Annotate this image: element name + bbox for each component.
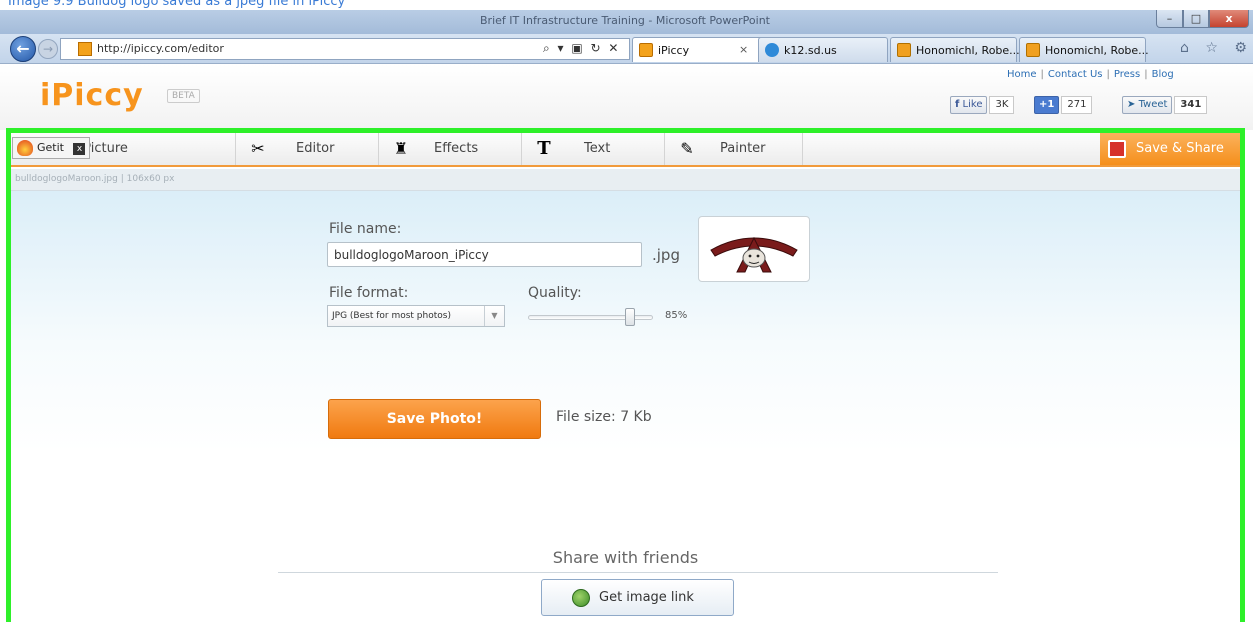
ipiccy-favicon-icon — [639, 43, 653, 57]
editor-frame: et Picture Getit x ✂ Editor ♜ Effects T … — [6, 128, 1245, 627]
file-format-label: File format: — [329, 285, 409, 301]
file-info-text: bulldoglogoMaroon.jpg | 106x60 px — [15, 174, 175, 184]
tab-painter[interactable]: ✎ Painter — [665, 133, 803, 165]
tweet-label: Tweet — [1138, 99, 1168, 110]
tab-editor[interactable]: ✂ Editor — [236, 133, 379, 165]
tab-close-icon[interactable]: × — [739, 43, 748, 56]
outlook-favicon-icon — [897, 43, 911, 57]
image-thumbnail — [698, 216, 810, 282]
google-plus-count: 271 — [1061, 96, 1093, 114]
ie-favicon-icon — [765, 43, 779, 57]
home-link[interactable]: Home — [1007, 69, 1037, 80]
floppy-disk-icon — [1108, 140, 1126, 158]
file-info-bar: bulldoglogoMaroon.jpg | 106x60 px — [11, 169, 1240, 191]
link-separator: | — [1106, 69, 1110, 80]
getit-label: Getit — [37, 141, 64, 154]
google-plus: +1 271 — [1034, 96, 1093, 116]
tab-honomichl-2[interactable]: Honomichl, Robe... — [1019, 37, 1149, 62]
tools-icon: ✂ — [251, 139, 265, 158]
get-image-link-button[interactable]: Get image link — [541, 579, 734, 616]
save-panel: File name: .jpg File format: JPG (Best f… — [11, 191, 1240, 627]
text-t-icon: T — [537, 138, 551, 159]
address-url[interactable]: http://ipiccy.com/editor — [97, 42, 224, 55]
tab-label: Honomichl, Robe... — [1045, 44, 1149, 57]
share-divider — [278, 572, 998, 573]
tab-text[interactable]: T Text — [522, 133, 665, 165]
close-window-button[interactable]: x — [1209, 10, 1249, 28]
window-title: Brief IT Infrastructure Training - Micro… — [480, 14, 770, 27]
facebook-like-label: Like — [962, 99, 983, 110]
maximize-button[interactable]: □ — [1183, 10, 1209, 28]
file-size: File size: 7 Kb — [556, 409, 652, 425]
effects-label: Effects — [434, 141, 479, 156]
address-tools[interactable]: ⌕ ▾ ▣ ↻ ✕ — [543, 41, 620, 56]
tab-k12[interactable]: k12.sd.us — [758, 37, 888, 62]
save-photo-button[interactable]: Save Photo! — [328, 399, 541, 439]
quality-label: Quality: — [528, 285, 582, 301]
magician-icon: ♜ — [393, 139, 409, 158]
facebook-like-button[interactable]: f Like — [950, 96, 988, 114]
painter-label: Painter — [720, 141, 766, 156]
beta-badge: BETA — [167, 89, 200, 103]
forward-button[interactable]: → — [38, 39, 58, 59]
text-label: Text — [584, 141, 611, 156]
tab-effects[interactable]: ♜ Effects — [379, 133, 522, 165]
chevron-down-icon: ▼ — [484, 306, 504, 326]
editor-toolbar: et Picture Getit x ✂ Editor ♜ Effects T … — [11, 133, 1240, 167]
tweet-button[interactable]: ➤ Tweet — [1122, 96, 1173, 114]
tweet-count: 341 — [1174, 96, 1208, 114]
blog-link[interactable]: Blog — [1152, 69, 1174, 80]
share-title: Share with friends — [552, 548, 699, 567]
google-plus-button[interactable]: +1 — [1034, 96, 1060, 114]
flame-icon — [17, 140, 33, 156]
save-share-label: Save & Share — [1136, 141, 1224, 156]
twitter-tweet: ➤ Tweet 341 — [1122, 96, 1208, 116]
site-header: iPiccy BETA Home | Contact Us | Press | Blog f… — [0, 64, 1253, 130]
site-logo[interactable]: iPiccy — [40, 78, 144, 113]
tab-label: k12.sd.us — [784, 44, 837, 57]
editor-label: Editor — [296, 141, 335, 156]
file-format-value: JPG (Best for most photos) — [332, 311, 451, 321]
caption-strip: Image 9.9 Bulldog logo saved as a jpeg f… — [0, 0, 1253, 10]
bulldog-logo-image — [707, 224, 801, 274]
browser-navbar: ← → http://ipiccy.com/editor ⌕ ▾ ▣ ↻ ✕ i… — [0, 34, 1253, 64]
site-favicon-icon — [78, 42, 92, 56]
top-links: Home | Contact Us | Press | Blog — [1007, 69, 1174, 80]
save-share-tab[interactable]: Save & Share — [1100, 133, 1240, 165]
facebook-like: f Like 3K — [950, 96, 1015, 116]
press-link[interactable]: Press — [1114, 69, 1140, 80]
minimize-button[interactable]: – — [1156, 10, 1183, 28]
file-format-select[interactable]: JPG (Best for most photos) ▼ — [327, 305, 505, 327]
file-name-label: File name: — [329, 221, 402, 237]
tab-label: iPiccy — [658, 44, 690, 57]
paint-palette-icon: ✎ — [680, 139, 694, 158]
tab-label: Honomichl, Robe... — [916, 44, 1020, 57]
getit-popup[interactable]: Getit x — [12, 137, 91, 159]
quality-value: 85% — [665, 310, 688, 321]
address-bar[interactable]: http://ipiccy.com/editor ⌕ ▾ ▣ ↻ ✕ — [60, 38, 630, 60]
get-image-link-label: Get image link — [599, 590, 694, 605]
getit-close-icon[interactable]: x — [73, 143, 86, 155]
back-button[interactable]: ← — [10, 36, 36, 62]
globe-icon — [572, 589, 590, 607]
caption-text: Image 9.9 Bulldog logo saved as a jpeg f… — [8, 0, 346, 9]
window-titlebar: Brief IT Infrastructure Training - Micro… — [0, 10, 1253, 34]
tab-honomichl-1[interactable]: Honomichl, Robe... — [890, 37, 1020, 62]
outlook-favicon-icon — [1026, 43, 1040, 57]
link-separator: | — [1040, 69, 1044, 80]
quality-slider-handle[interactable] — [625, 308, 635, 326]
file-name-input[interactable] — [327, 242, 642, 267]
browser-home-favorites-settings-icons[interactable]: ⌂ ☆ ⚙ — [1180, 40, 1253, 56]
quality-slider[interactable] — [528, 308, 653, 326]
link-separator: | — [1144, 69, 1148, 80]
facebook-count: 3K — [989, 96, 1015, 114]
contact-link[interactable]: Contact Us — [1048, 69, 1103, 80]
file-extension: .jpg — [652, 246, 680, 264]
